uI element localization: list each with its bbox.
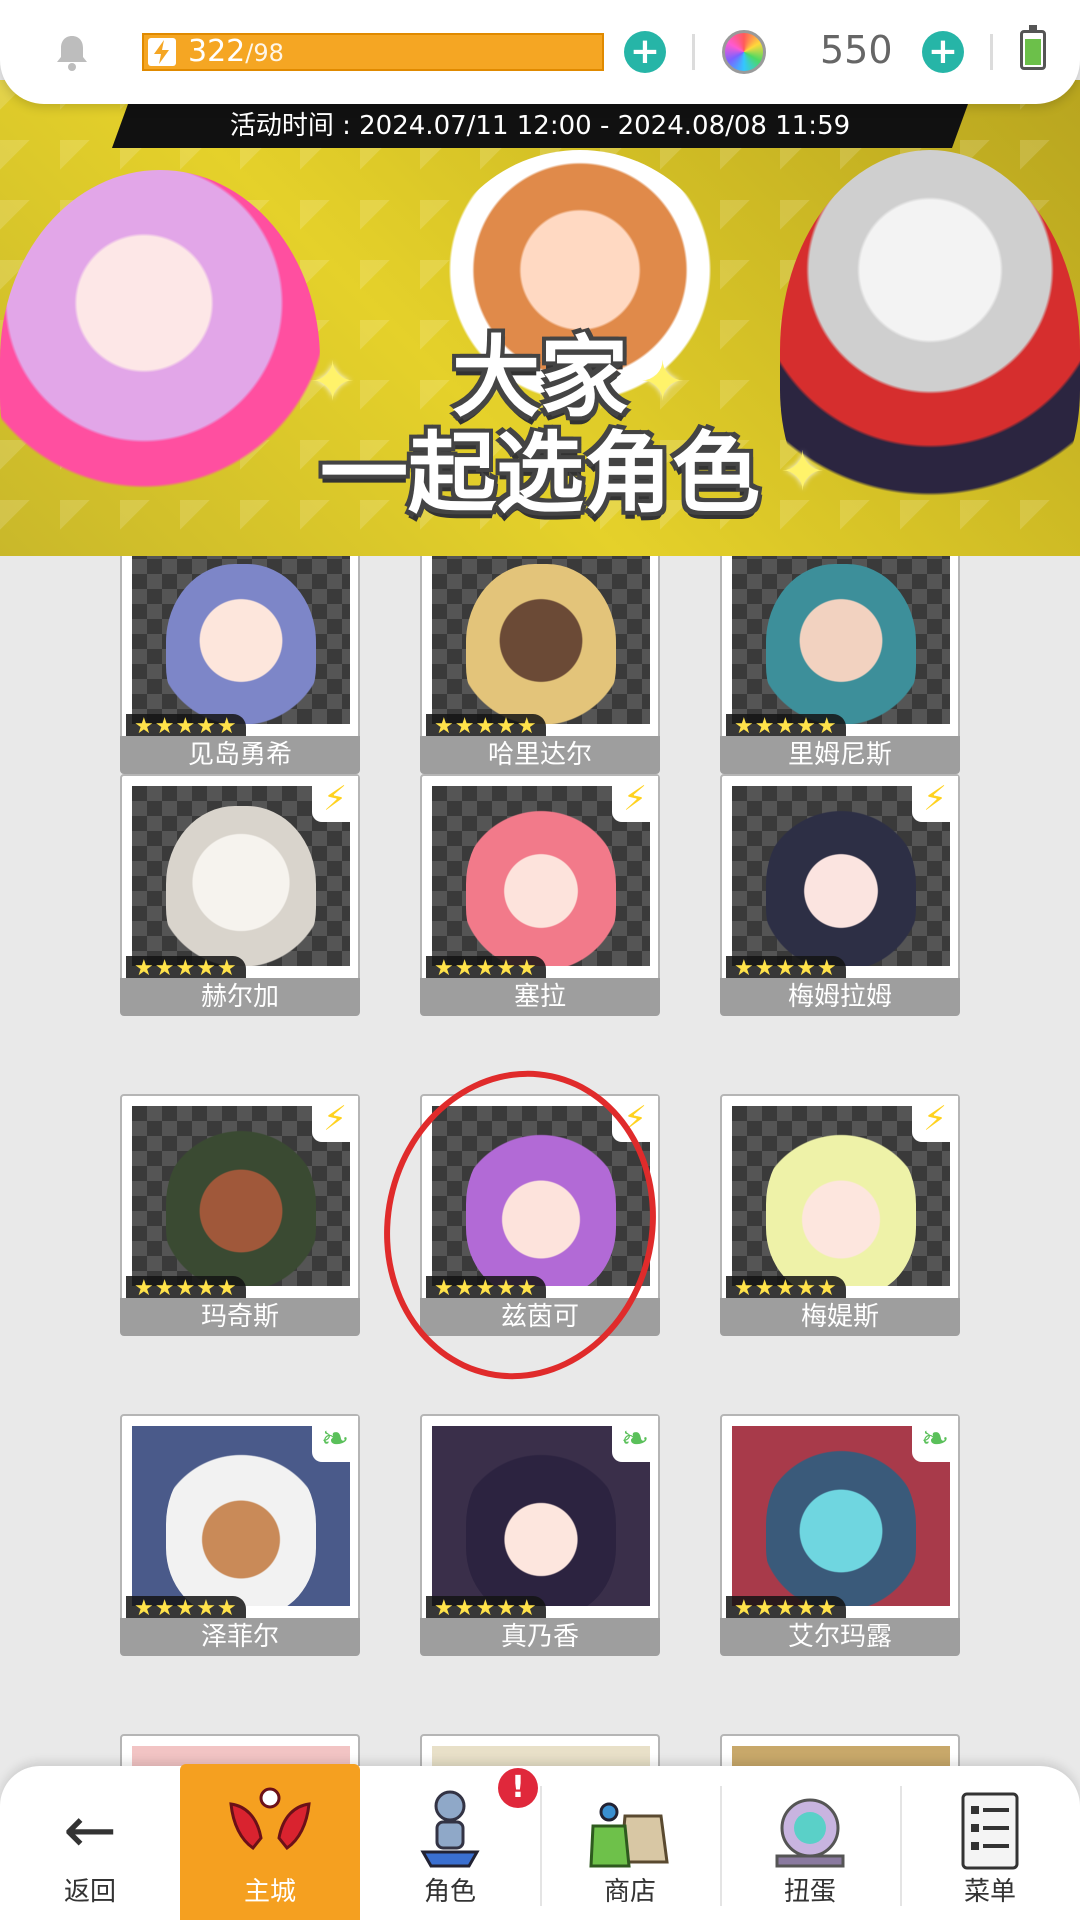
- character-card[interactable]: [120, 1734, 360, 1766]
- character-figure-icon: [420, 1790, 480, 1868]
- gem-icon: [722, 30, 766, 74]
- character-portrait: [432, 1746, 650, 1766]
- nav-menu-label: 菜单: [963, 1877, 1016, 1907]
- bell-icon[interactable]: [50, 30, 94, 74]
- nav-gacha-label: 扭蛋: [783, 1877, 836, 1907]
- shop-bag-icon: [589, 1802, 669, 1868]
- add-gem-button[interactable]: +: [922, 31, 964, 73]
- banner-character-left: [0, 170, 320, 550]
- nav-city-label: 主城: [243, 1877, 296, 1907]
- character-card[interactable]: ⚡ ★★★★★ 塞拉: [420, 774, 660, 1016]
- battery-level: [1025, 39, 1041, 65]
- nav-back[interactable]: ← 返回: [0, 1766, 180, 1920]
- leaf-icon: ❧: [912, 1416, 958, 1462]
- character-card[interactable]: ⚡ ★★★★★ 梅媞斯: [720, 1094, 960, 1336]
- lightning-icon: ⚡: [912, 1096, 958, 1142]
- divider: [692, 34, 695, 70]
- divider: [540, 1786, 542, 1906]
- wings-icon: [229, 1787, 311, 1851]
- add-energy-button[interactable]: +: [624, 31, 666, 73]
- divider: [990, 34, 993, 70]
- lightning-icon: ⚡: [612, 776, 658, 822]
- character-portrait: [732, 1746, 950, 1766]
- character-card[interactable]: ❧ ★★★★★ 泽菲尔: [120, 1414, 360, 1656]
- character-name: 梅姆拉姆: [720, 978, 960, 1016]
- character-card[interactable]: ★★★★★ 见岛勇希: [120, 556, 360, 774]
- lightning-icon: ⚡: [312, 1096, 358, 1142]
- character-card[interactable]: ❧ ★★★★★ 真乃香: [420, 1414, 660, 1656]
- lightning-icon: ⚡: [912, 776, 958, 822]
- character-name: 玛奇斯: [120, 1298, 360, 1336]
- energy-max: /98: [245, 39, 284, 67]
- character-name: 泽菲尔: [120, 1618, 360, 1656]
- character-card[interactable]: [720, 1734, 960, 1766]
- character-name: 赫尔加: [120, 978, 360, 1016]
- event-banner[interactable]: 活动时间 : 2024.07/11 12:00 - 2024.08/08 11:…: [0, 80, 1080, 556]
- menu-list-icon: [961, 1792, 1019, 1870]
- nav-menu[interactable]: 菜单: [900, 1766, 1080, 1920]
- character-card[interactable]: [420, 1734, 660, 1766]
- nav-back-label: 返回: [63, 1877, 116, 1907]
- nav-shop[interactable]: 商店: [540, 1766, 720, 1920]
- character-card[interactable]: ★★★★★ 哈里达尔: [420, 556, 660, 774]
- character-name: 见岛勇希: [120, 736, 360, 774]
- character-portrait: [732, 556, 950, 724]
- character-portrait: [132, 1746, 350, 1766]
- lightning-icon: ⚡: [312, 776, 358, 822]
- bottom-navigation: ← 返回 主城 角色 商店 扭蛋 菜单: [0, 1764, 1080, 1920]
- gem-count: 550: [820, 28, 893, 72]
- energy-value: 322/98: [188, 35, 284, 70]
- character-name: 哈里达尔: [420, 736, 660, 774]
- character-card[interactable]: ❧ ★★★★★ 艾尔玛露: [720, 1414, 960, 1656]
- leaf-icon: ❧: [312, 1416, 358, 1462]
- gacha-capsule-icon: [775, 1798, 845, 1868]
- banner-title-line1: 大家: [451, 326, 628, 429]
- character-card[interactable]: ⚡ ★★★★★ 玛奇斯: [120, 1094, 360, 1336]
- character-card[interactable]: ⚡ ★★★★★ 梅姆拉姆: [720, 774, 960, 1016]
- status-bar: 322/98 + 550 +: [0, 0, 1080, 104]
- lightning-icon: [148, 38, 176, 66]
- character-card[interactable]: ★★★★★ 里姆尼斯: [720, 556, 960, 774]
- notification-badge: !: [498, 1768, 538, 1808]
- energy-bar: 322/98: [142, 33, 604, 71]
- sparkle-icon: ✦: [780, 440, 826, 503]
- character-name: 里姆尼斯: [720, 736, 960, 774]
- nav-character-label: 角色: [423, 1877, 476, 1907]
- nav-shop-label: 商店: [603, 1877, 656, 1907]
- event-time: 活动时间 : 2024.07/11 12:00 - 2024.08/08 11:…: [229, 111, 851, 141]
- character-portrait: [132, 556, 350, 724]
- character-name: 艾尔玛露: [720, 1618, 960, 1656]
- character-name: 塞拉: [420, 978, 660, 1016]
- banner-title: 大家 一起选角色: [300, 330, 780, 522]
- banner-title-line2: 一起选角色: [319, 422, 760, 525]
- battery-icon: [1020, 25, 1046, 70]
- nav-gacha[interactable]: 扭蛋: [720, 1766, 900, 1920]
- energy-current: 322: [188, 34, 246, 69]
- character-name: 真乃香: [420, 1618, 660, 1656]
- divider: [720, 1786, 722, 1906]
- character-name: 梅媞斯: [720, 1298, 960, 1336]
- divider: [900, 1786, 902, 1906]
- nav-city[interactable]: 主城: [180, 1764, 360, 1920]
- leaf-icon: ❧: [612, 1416, 658, 1462]
- character-card[interactable]: ⚡ ★★★★★ 赫尔加: [120, 774, 360, 1016]
- character-portrait: [432, 556, 650, 724]
- back-arrow-icon: ←: [63, 1794, 117, 1868]
